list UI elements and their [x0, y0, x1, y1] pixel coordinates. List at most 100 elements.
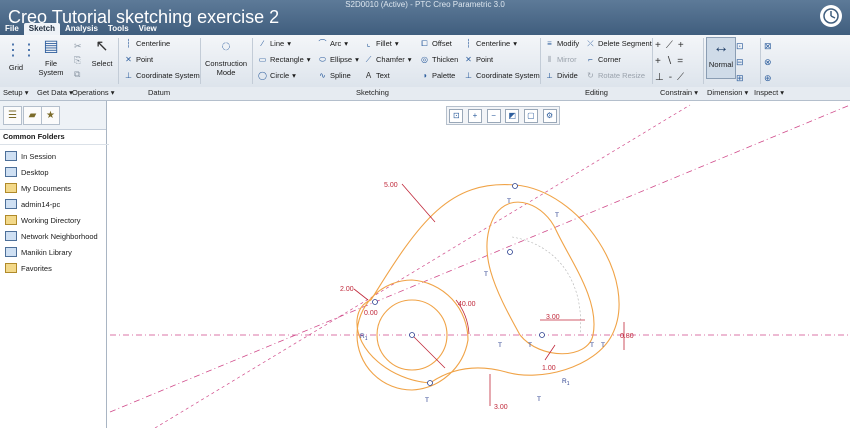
dimension-icon: ↔ [713, 39, 729, 56]
point-icon: ✕ [465, 55, 472, 64]
mirror-button[interactable]: ⫴ Mirror [545, 55, 577, 64]
tab-sketch[interactable]: Sketch [23, 23, 61, 35]
vertex [539, 332, 545, 338]
delete-segment-button[interactable]: ⤫ Delete Segment [586, 39, 652, 48]
folder-working-directory[interactable]: Working Directory [5, 214, 80, 226]
grid-button[interactable]: ⋮⋮ Grid [4, 41, 37, 72]
inspect-icons[interactable]: ⊠ ⊗ ⊕ [764, 38, 772, 86]
line-button[interactable]: ∕ Line ▾ [258, 39, 291, 48]
dim-2-leader [353, 288, 369, 301]
corner-icon: ⌐ [588, 55, 593, 64]
tab-tools[interactable]: Tools [103, 23, 134, 35]
separator [252, 38, 253, 84]
normal-dimension-button[interactable]: ↔ Normal [706, 37, 736, 79]
line-icon: ∕ [261, 39, 264, 48]
folder-admin14-pc[interactable]: admin14-pc [5, 198, 60, 210]
folder-desktop[interactable]: Desktop [5, 166, 49, 178]
palette-button[interactable]: ◑ Palette [420, 71, 455, 80]
folder-in-session[interactable]: In Session [5, 150, 56, 162]
tangent-constraint: T [484, 271, 488, 278]
dim-1-leader [544, 344, 556, 361]
model-tree-icon[interactable]: ☰ [3, 106, 22, 125]
video-header: S2D0010 (Active) - PTC Creo Parametric 3… [0, 0, 850, 36]
dim-3-bottom-label[interactable]: 3.00 [494, 404, 508, 411]
folder-favorites[interactable]: Favorites [5, 262, 52, 274]
coordinate-system-icon: ⊥ [125, 71, 132, 80]
dim-0-label[interactable]: 0.00 [364, 310, 378, 317]
modify-button[interactable]: ≡ Modify [545, 39, 579, 48]
group-labels-bar: Setup ▾ Get Data ▾ Operations ▾ Datum Sk… [0, 87, 850, 101]
folder-network-neighborhood[interactable]: Network Neighborhood [5, 230, 98, 242]
folder-browser-icon[interactable]: ▰ [23, 106, 42, 125]
datum-point-button[interactable]: ✕ Point [124, 55, 153, 64]
corner-button[interactable]: ⌐ Corner [586, 55, 621, 64]
rectangle-button[interactable]: ▭ Rectangle ▾ [258, 55, 311, 64]
ellipse-icon: ⬭ [319, 55, 326, 64]
separator [200, 38, 201, 84]
separator [703, 38, 704, 84]
spline-button[interactable]: ∿ Spline [318, 71, 351, 80]
group-constrain[interactable]: Constrain ▾ [660, 88, 698, 97]
tangent-constraint: T [601, 342, 605, 349]
clock-icon[interactable] [820, 5, 842, 27]
fillet-button[interactable]: ⌞ Fillet ▾ [364, 39, 399, 48]
sketch-centerline-button[interactable]: ┆ Centerline ▾ [464, 39, 517, 48]
datum-coordinate-system-button[interactable]: ⊥ Coordinate System [124, 71, 200, 80]
dim-40-label[interactable]: 40.00 [458, 301, 476, 308]
select-button[interactable]: ↖ Select [88, 37, 116, 68]
text-button[interactable]: A Text [364, 71, 390, 80]
group-operations[interactable]: Operations ▾ [72, 88, 115, 97]
select-cursor-icon: ↖ [95, 38, 109, 55]
divide-button[interactable]: ⟂ Divide [545, 71, 578, 80]
constrain-icons[interactable]: +⟋+ +∖= ⊥-⟋ [655, 38, 701, 86]
dim-1-label[interactable]: 1.00 [542, 365, 556, 372]
circle-icon: ◯ [258, 71, 267, 80]
ellipse-button[interactable]: ⬭ Ellipse ▾ [318, 55, 359, 64]
group-inspect[interactable]: Inspect ▾ [754, 88, 784, 97]
folder-icon [5, 183, 17, 193]
offset-button[interactable]: ⧠ Offset [420, 39, 452, 48]
favorites-icon[interactable]: ★ [41, 106, 60, 125]
centerline-icon: ┆ [126, 39, 131, 48]
separator [652, 38, 653, 84]
circle-button[interactable]: ◯ Circle ▾ [258, 71, 296, 80]
tab-analysis[interactable]: Analysis [60, 23, 103, 35]
sketch-coordinate-system-button[interactable]: ⊥ Coordinate System [464, 71, 540, 80]
dim-3-label[interactable]: 3.00 [546, 314, 560, 321]
construction-line [154, 104, 691, 428]
chevron-down-icon: ▾ [306, 55, 311, 64]
dim-2-label[interactable]: 2.00 [340, 286, 354, 293]
group-dimension[interactable]: Dimension ▾ [707, 88, 748, 97]
rotate-resize-button[interactable]: ↻ Rotate Resize [586, 71, 645, 80]
dim-5-label[interactable]: 5.00 [384, 182, 398, 189]
tangent-constraint: T [537, 396, 541, 403]
file-system-button[interactable]: ▤ File System [34, 37, 68, 77]
tangent-constraint: T [425, 397, 429, 404]
group-setup[interactable]: Setup ▾ [3, 88, 28, 97]
datum-centerline-button[interactable]: ┆ Centerline [124, 39, 170, 48]
folder-manikin-library[interactable]: Manikin Library [5, 246, 72, 258]
folder-my-documents[interactable]: My Documents [5, 182, 71, 194]
computer-icon [5, 199, 17, 209]
vertex [512, 183, 518, 189]
folder-icon [5, 215, 17, 225]
dim-0-8-label[interactable]: 0.80 [620, 333, 634, 340]
arc-button[interactable]: ⌒ Arc ▾ [318, 39, 349, 48]
ribbon: ⋮⋮ Grid ▤ File System ✂ ⎘ ⧉ ↖ Select ┆ Cent… [0, 35, 850, 88]
sketch-canvas[interactable]: 5.00 2.00 0.00 40.00 3.00 0.80 1.00 3.00… [107, 101, 850, 428]
sketch-point-button[interactable]: ✕ Point [464, 55, 493, 64]
dimension-labels: 5.00 2.00 0.00 40.00 3.00 0.80 1.00 3.00 [340, 182, 634, 411]
construction-mode-button[interactable]: ◌ Construction Mode [204, 37, 248, 77]
ribbon-tabs: File Sketch Analysis Tools View [0, 23, 162, 35]
thicken-button[interactable]: ◎ Thicken [420, 55, 458, 64]
fillet-icon: ⌞ [366, 39, 371, 48]
angled-centerline [109, 104, 850, 413]
chamfer-button[interactable]: ⟋ Chamfer ▾ [364, 55, 412, 64]
group-get-data[interactable]: Get Data ▾ [37, 88, 73, 97]
operations-icons: ✂ ⎘ ⧉ [74, 41, 82, 79]
divide-icon: ⟂ [546, 71, 553, 80]
tab-file[interactable]: File [0, 23, 24, 35]
dimension-extra-icons[interactable]: ⊡ ⊟ ⊞ [736, 38, 744, 86]
tab-view[interactable]: View [134, 23, 162, 35]
vertex [427, 380, 433, 386]
